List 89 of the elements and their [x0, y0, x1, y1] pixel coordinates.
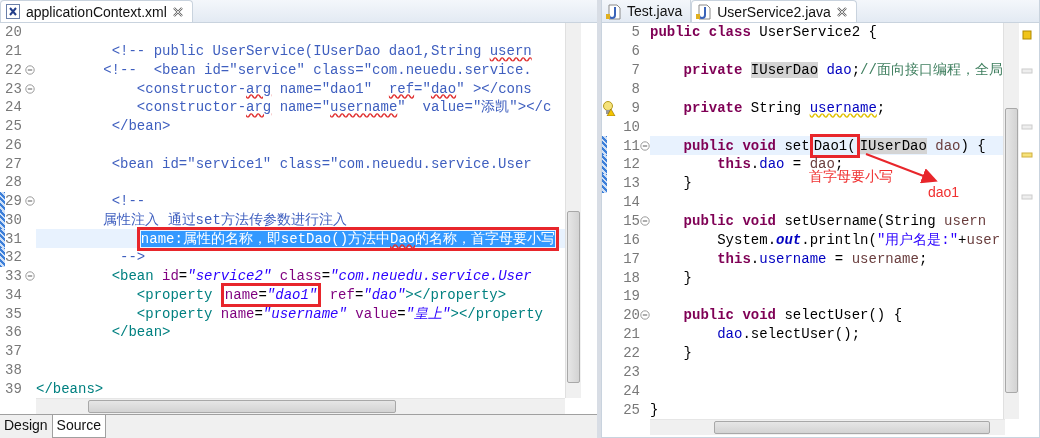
line-number: 9 — [631, 99, 640, 116]
code-line: private IUserDao dao;//面向接口编程，全局 — [682, 62, 1003, 79]
line-number: 27 — [5, 155, 22, 172]
line-number: 29 — [5, 193, 22, 210]
line-number: 17 — [623, 250, 640, 267]
line-number: 21 — [623, 326, 640, 343]
close-icon[interactable] — [171, 5, 184, 18]
code-line: } — [682, 175, 692, 192]
code-line: } — [650, 401, 659, 418]
line-number: 18 — [623, 269, 640, 286]
code-line: <constructor-arg name="username" value="添凯"></c — [135, 99, 552, 116]
line-number: 26 — [5, 136, 22, 153]
horizontal-scrollbar[interactable] — [650, 419, 1005, 435]
annotation-text: dao1 — [928, 184, 960, 200]
line-number: 33 — [5, 268, 22, 285]
editor-tab[interactable]: Source — [51, 415, 106, 438]
code-line: public void setUsername(String usern — [682, 213, 987, 229]
code-line: --> — [119, 249, 146, 266]
line-number: 25 — [623, 401, 640, 418]
warning-bulb-icon[interactable] — [602, 99, 616, 116]
line-number: 30 — [5, 211, 22, 228]
editor-tab[interactable]: applicationContext.xml — [0, 0, 193, 22]
line-number: 39 — [5, 380, 22, 397]
line-number: 16 — [623, 231, 640, 248]
line-number: 12 — [623, 156, 640, 173]
line-number: 36 — [5, 324, 22, 341]
line-number: 6 — [631, 43, 640, 60]
code-line: public void selectUser() { — [682, 307, 903, 324]
code-line: private String username; — [682, 99, 886, 116]
line-number: 37 — [5, 343, 22, 360]
line-number: 32 — [5, 249, 22, 266]
vertical-scrollbar[interactable] — [565, 23, 581, 398]
close-icon[interactable] — [835, 5, 848, 18]
line-number: 24 — [5, 99, 22, 116]
code-line: dao.selectUser(); — [716, 326, 861, 343]
line-number: 5 — [631, 24, 640, 41]
line-number: 10 — [623, 118, 640, 135]
code-line: <bean id="service1" class="com.neuedu.service.User — [110, 155, 532, 172]
code-line: </beans> — [36, 380, 104, 397]
code-line: <bean id="service2" class="com.neuedu.service.User — [110, 268, 532, 285]
line-number: 34 — [5, 286, 22, 303]
line-number: 19 — [623, 288, 640, 305]
fold-icon[interactable] — [640, 216, 650, 226]
editor-tab[interactable]: Design — [0, 415, 52, 438]
line-number: 20 — [5, 24, 22, 41]
xml-file-icon — [5, 3, 21, 20]
code-line: </bean> — [110, 324, 171, 341]
java-file-icon — [696, 3, 713, 20]
line-number: 7 — [631, 62, 640, 79]
code-line: <!-- public UserService(IUserDao dao1,String usern — [110, 43, 532, 60]
code-line: this.username = username; — [716, 250, 928, 267]
line-number: 11 — [623, 137, 640, 154]
line-number: 15 — [623, 213, 640, 229]
line-number: 23 — [623, 363, 640, 380]
editor-tab[interactable]: UserService2.java — [691, 0, 857, 22]
line-number: 23 — [5, 80, 22, 97]
line-number: 31 — [5, 230, 22, 247]
fold-icon[interactable] — [640, 310, 650, 321]
fold-icon[interactable] — [25, 196, 35, 207]
fold-icon[interactable] — [25, 271, 35, 282]
code-line: <property name="username" value="皇上"></property — [135, 305, 543, 322]
line-number: 35 — [5, 305, 22, 322]
line-number: 38 — [5, 361, 22, 378]
vertical-scrollbar[interactable] — [1003, 23, 1019, 419]
code-line: <!-- <bean id="service" class="com.neuedu.service. — [102, 61, 532, 78]
java-file-icon — [606, 2, 622, 20]
code-line: } — [682, 345, 692, 362]
editor-tab[interactable]: Test.java — [602, 0, 692, 22]
line-number: 25 — [5, 118, 22, 135]
code-line: <!-- — [110, 193, 146, 210]
code-line: <constructor-arg name="dao1" ref="dao" ></cons — [135, 80, 532, 97]
line-number: 21 — [5, 43, 22, 60]
line-number: 28 — [5, 174, 22, 191]
code-line: </bean> — [110, 118, 171, 135]
code-line: public class UserService2 { — [650, 24, 877, 41]
code-line: 属性注入 通过set方法传参数进行注入 — [102, 211, 347, 228]
fold-icon[interactable] — [640, 140, 650, 151]
code-line: System.out.println("用户名是:"+user — [716, 231, 1001, 248]
line-number: 20 — [623, 307, 640, 324]
line-number: 24 — [623, 382, 640, 399]
fold-icon[interactable] — [25, 64, 35, 75]
line-number: 8 — [631, 81, 640, 97]
horizontal-scrollbar[interactable] — [36, 398, 565, 414]
fold-icon[interactable] — [25, 83, 35, 94]
line-number: 14 — [623, 194, 640, 211]
line-number: 13 — [623, 175, 640, 192]
line-number: 22 — [5, 61, 22, 78]
line-number: 22 — [623, 345, 640, 362]
code-line: } — [682, 269, 692, 286]
